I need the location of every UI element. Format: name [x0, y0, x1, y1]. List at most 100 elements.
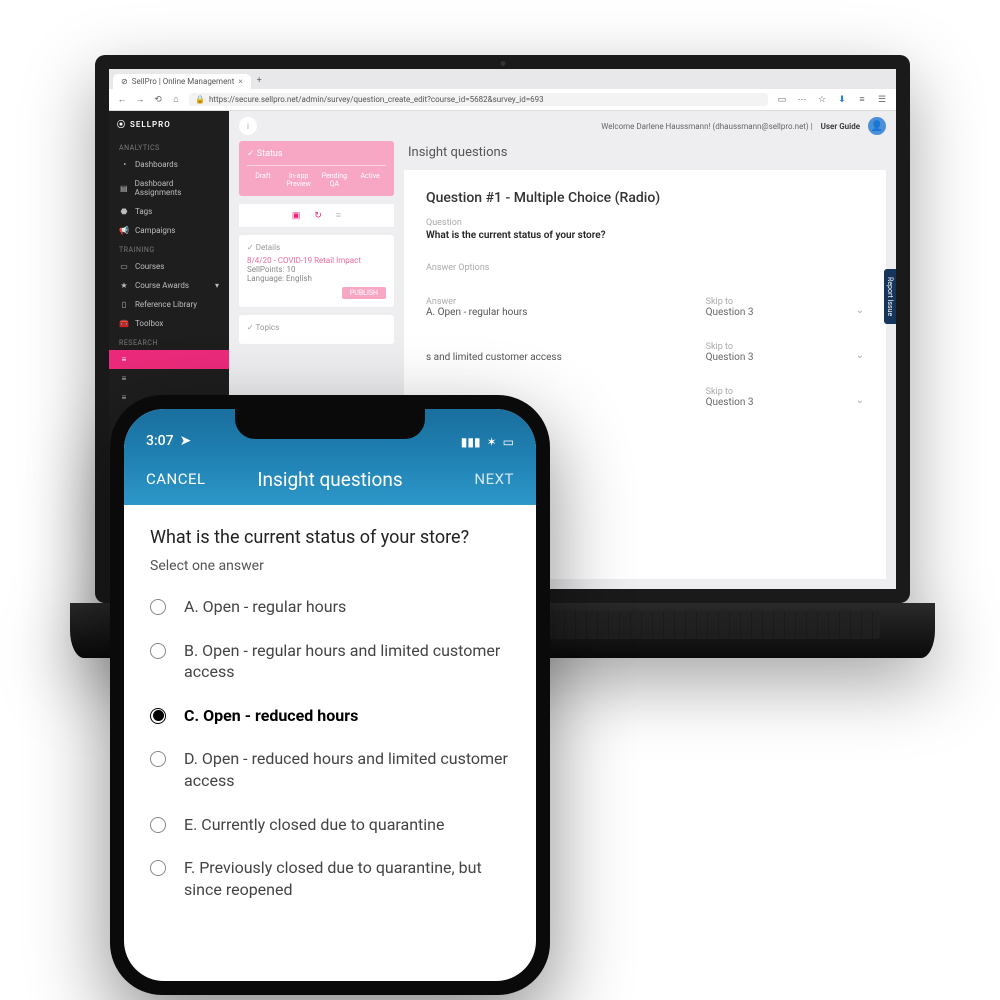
chevron-down-icon[interactable]: ⌄ — [856, 350, 864, 363]
radio-icon — [150, 643, 166, 659]
sidebar-section-analytics: ANALYTICS — [109, 138, 229, 155]
new-tab-button[interactable]: + — [251, 73, 268, 89]
check-icon: ✓ — [247, 149, 255, 159]
assignments-icon: ▤ — [119, 184, 129, 193]
sidebar-item-toolbox[interactable]: 🧰Toolbox — [109, 314, 229, 333]
radio-icon — [150, 751, 166, 767]
topics-card: ✓ Topics — [239, 315, 394, 344]
brand-logo-icon: ⦿ — [117, 119, 126, 130]
user-guide-link[interactable]: User Guide — [821, 122, 860, 131]
sidebar-item-reference-library[interactable]: ▯Reference Library — [109, 295, 229, 314]
brand-text: SELLPRO — [130, 120, 171, 129]
sidebar-item-courses[interactable]: ▭Courses — [109, 257, 229, 276]
sidebar-item-tags[interactable]: ⬣Tags — [109, 202, 229, 221]
wifi-icon: ✶ — [487, 435, 497, 449]
library-icon[interactable]: ≡ — [856, 94, 868, 105]
status-card: ✓ Status Draft In-app Preview Pending QA… — [239, 141, 394, 196]
phone-option[interactable]: D. Open - reduced hours and limited cust… — [150, 748, 510, 791]
browser-tab-bar: ⊘ SellPro | Online Management × + — [109, 69, 896, 89]
brand[interactable]: ⦿ SELLPRO — [109, 111, 229, 138]
more-icon[interactable]: ⋯ — [796, 95, 808, 105]
sidebar-item-research-1[interactable]: ≡ — [109, 350, 229, 369]
publish-button[interactable]: PUBLISH — [342, 287, 386, 299]
user-avatar-icon[interactable]: 👤 — [868, 117, 886, 135]
sidebar-item-dashboard-assignments[interactable]: ▤Dashboard Assignments — [109, 174, 229, 202]
close-tab-icon[interactable]: × — [238, 77, 242, 86]
cancel-button[interactable]: CANCEL — [146, 470, 216, 488]
phone-notch — [235, 409, 425, 439]
details-line: 8/4/20 - COVID-19 Retail Impact — [247, 256, 386, 265]
browser-tab[interactable]: ⊘ SellPro | Online Management × — [113, 74, 251, 89]
signal-icon: ▮▮▮ — [461, 435, 481, 449]
phone-option[interactable]: F. Previously closed due to quarantine, … — [150, 857, 510, 900]
chevron-down-icon[interactable]: ⌄ — [856, 395, 864, 408]
nav-forward-icon[interactable]: → — [135, 94, 145, 105]
phone-option[interactable]: C. Open - reduced hours — [150, 705, 510, 727]
history-icon[interactable]: ↻ — [314, 210, 322, 221]
answer-row: Answer A. Open - regular hours Skip to Q… — [426, 287, 864, 318]
report-issue-tab[interactable]: Report Issue — [884, 269, 896, 324]
chevron-down-icon[interactable]: ⌄ — [856, 305, 864, 318]
nav-reload-icon[interactable]: ⟲ — [153, 95, 163, 105]
phone-option-text: E. Currently closed due to quarantine — [184, 814, 445, 836]
welcome-text: Welcome Darlene Haussmann! (dhaussmann@s… — [601, 122, 812, 131]
laptop-camera-icon — [500, 61, 505, 66]
phone-option[interactable]: B. Open - regular hours and limited cust… — [150, 640, 510, 683]
toolbox-icon: 🧰 — [119, 319, 129, 328]
skip-to-select[interactable]: Question 3 — [706, 397, 836, 408]
address-bar[interactable]: 🔒 https://secure.sellpro.net/admin/surve… — [189, 93, 768, 106]
chat-icon[interactable]: ▣ — [292, 210, 301, 221]
breadcrumb-icon[interactable]: i — [239, 117, 257, 135]
radio-icon — [150, 708, 166, 724]
bookmark-icon[interactable]: ☆ — [816, 95, 828, 105]
details-line: Language: English — [247, 274, 386, 283]
sidebar-item-course-awards[interactable]: ★Course Awards▾ — [109, 276, 229, 295]
courses-icon: ▭ — [119, 262, 129, 271]
location-icon: ➤ — [180, 432, 192, 449]
status-step[interactable]: In-app Preview — [283, 172, 315, 188]
next-button[interactable]: NEXT — [444, 470, 514, 488]
radio-icon — [150, 599, 166, 615]
list-icon[interactable]: ≡ — [336, 210, 341, 221]
chevron-down-icon: ▾ — [215, 281, 219, 290]
status-icon-row: ▣ ↻ ≡ — [239, 204, 394, 227]
library-icon: ▯ — [119, 300, 129, 309]
skip-to-select[interactable]: Question 3 — [706, 352, 836, 363]
skip-to-select[interactable]: Question 3 — [706, 307, 836, 318]
phone-option[interactable]: A. Open - regular hours — [150, 596, 510, 618]
status-steps: Draft In-app Preview Pending QA Active — [247, 165, 386, 188]
phone-option-text: F. Previously closed due to quarantine, … — [184, 857, 510, 900]
nav-back-icon[interactable]: ← — [117, 94, 127, 105]
phone-screen: 3:07 ➤ ▮▮▮ ✶ ▭ CANCEL Insight questions … — [124, 409, 536, 981]
phone-option-text: B. Open - regular hours and limited cust… — [184, 640, 510, 683]
answer-options-label: Answer Options — [426, 263, 864, 273]
answer-text[interactable]: s and limited customer access — [426, 352, 686, 363]
details-line: SellPoints: 10 — [247, 265, 386, 274]
phone-content: What is the current status of your store… — [124, 505, 536, 944]
answer-text[interactable]: A. Open - regular hours — [426, 307, 686, 318]
phone-question: What is the current status of your store… — [150, 527, 510, 548]
sidebar-item-campaigns[interactable]: 📢Campaigns — [109, 221, 229, 240]
sidebar-item-research-2[interactable]: ≡ — [109, 369, 229, 388]
status-step[interactable]: Active — [354, 172, 386, 188]
menu-icon[interactable]: ☰ — [876, 95, 888, 105]
phone-header: CANCEL Insight questions NEXT — [124, 453, 536, 505]
nav-home-icon[interactable]: ⌂ — [171, 94, 181, 105]
reader-icon[interactable]: ▭ — [776, 95, 788, 105]
tags-icon: ⬣ — [119, 207, 129, 216]
status-step[interactable]: Draft — [247, 172, 279, 188]
phone-mockup: 3:07 ➤ ▮▮▮ ✶ ▭ CANCEL Insight questions … — [110, 395, 550, 995]
phone-body: 3:07 ➤ ▮▮▮ ✶ ▭ CANCEL Insight questions … — [110, 395, 550, 995]
download-icon[interactable]: ⬇ — [836, 95, 848, 105]
phone-option-text: A. Open - regular hours — [184, 596, 346, 618]
awards-icon: ★ — [119, 281, 129, 290]
phone-option-text: C. Open - reduced hours — [184, 705, 358, 727]
question-label: Question — [426, 218, 864, 228]
page-title: Insight questions — [404, 141, 886, 170]
radio-icon — [150, 817, 166, 833]
phone-hint: Select one answer — [150, 558, 510, 574]
status-step[interactable]: Pending QA — [319, 172, 351, 188]
phone-option[interactable]: E. Currently closed due to quarantine — [150, 814, 510, 836]
question-heading: Question #1 - Multiple Choice (Radio) — [426, 190, 864, 206]
sidebar-item-dashboards[interactable]: ◔Dashboards — [109, 155, 229, 174]
